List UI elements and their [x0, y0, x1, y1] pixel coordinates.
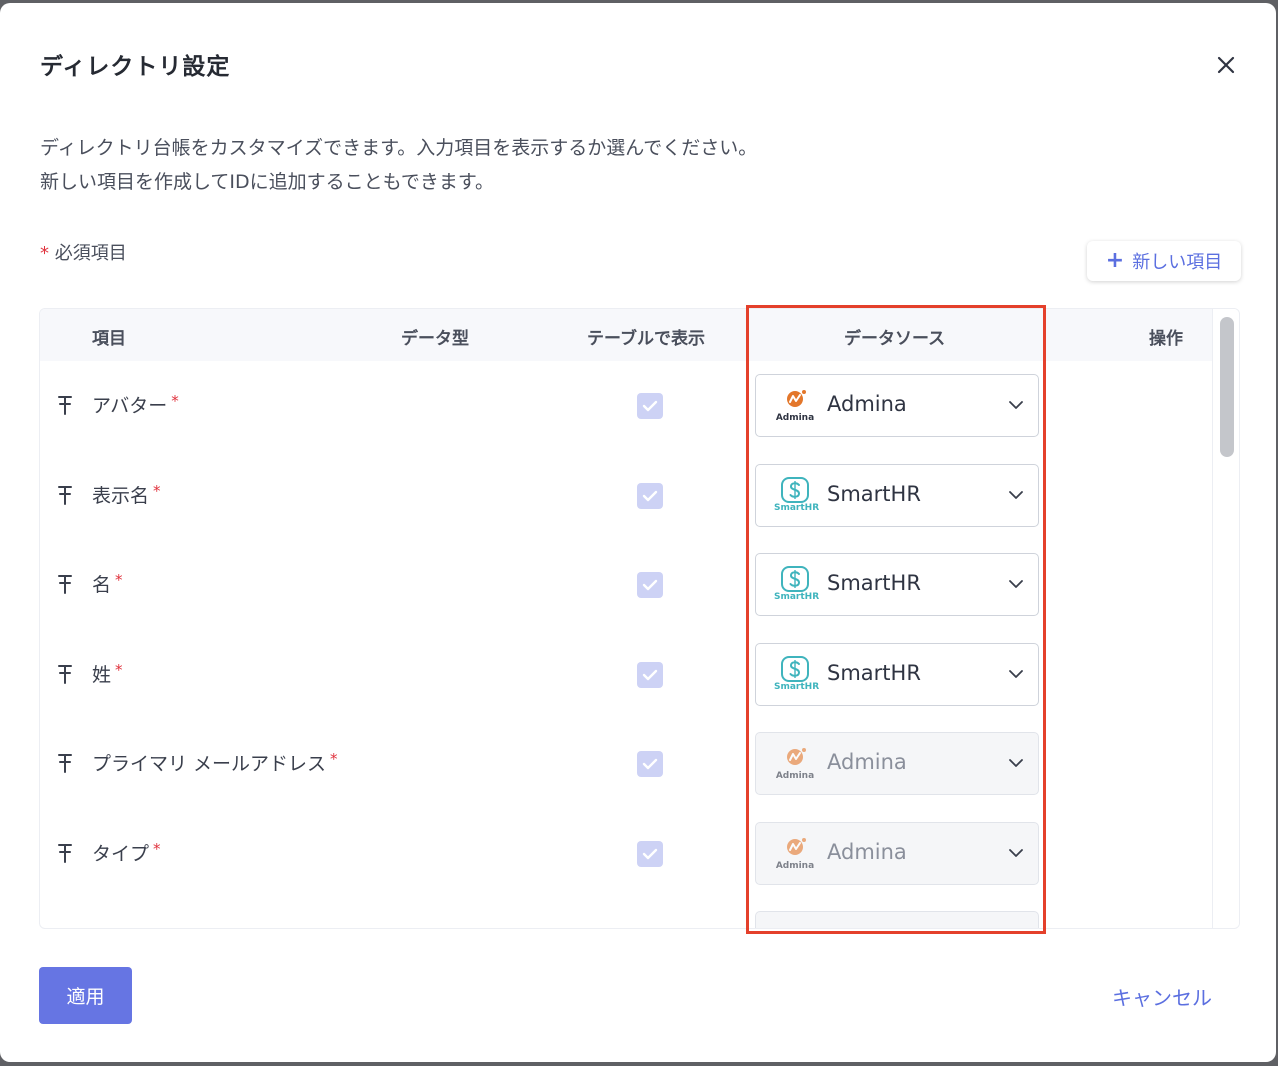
required-star: * — [171, 392, 179, 410]
pin-icon[interactable] — [56, 394, 74, 416]
field-label: 姓 * — [92, 660, 123, 687]
field-name: 姓 — [92, 663, 112, 686]
header-data-type: データ型 — [401, 329, 469, 349]
admina-logo-icon: Admina — [774, 745, 816, 783]
data-source-select[interactable]: SmartHR SmartHR — [755, 463, 1039, 527]
data-source-select[interactable]: Admina Admina — [755, 822, 1039, 885]
show-in-table-checkbox[interactable] — [637, 841, 663, 867]
show-in-table-checkbox[interactable] — [637, 661, 663, 688]
check-icon — [642, 579, 658, 591]
close-button[interactable] — [1212, 51, 1240, 79]
table-row: アバター * Admina Admina — [40, 361, 1212, 451]
close-icon — [1217, 56, 1235, 74]
logo-text: SmartHR — [774, 502, 820, 513]
table-row: プライマリ メールアドレス * Admina Admina — [40, 719, 1212, 809]
field-name: プライマリ メールアドレス — [92, 753, 327, 776]
admina-logo-icon: Admina — [774, 387, 816, 425]
plus-icon: + — [1105, 248, 1125, 273]
required-star: * — [115, 660, 123, 679]
data-source-select[interactable] — [755, 911, 1039, 928]
table-row: タイプ * Admina Admina — [40, 809, 1212, 899]
check-icon — [642, 669, 658, 680]
show-in-table-checkbox[interactable] — [637, 482, 663, 509]
smarthr-logo-icon: SmartHR — [774, 655, 820, 694]
chevron-down-icon — [1009, 849, 1023, 857]
data-source-select[interactable]: SmartHR SmartHR — [755, 642, 1039, 706]
chevron-down-icon — [1009, 669, 1023, 678]
header-item: 項目 — [92, 329, 126, 349]
pin-icon[interactable] — [56, 752, 74, 774]
field-label: プライマリ メールアドレス * — [92, 749, 338, 776]
data-source-value: Admina — [827, 750, 907, 775]
logo-text: SmartHR — [774, 592, 820, 603]
smarthr-logo-icon: SmartHR — [774, 476, 820, 515]
table-header: 項目 データ型 テーブルで表示 データソース 操作 — [40, 309, 1212, 361]
show-in-table-checkbox[interactable] — [637, 751, 663, 778]
new-item-label: 新しい項目 — [1132, 252, 1223, 273]
description-line: ディレクトリ台帳をカスタマイズできます。入力項目を表示するか選んでください。 — [40, 137, 758, 159]
data-source-select[interactable]: Admina Admina — [755, 732, 1039, 796]
chevron-down-icon — [1009, 759, 1023, 768]
field-name: タイプ — [92, 843, 150, 865]
check-icon — [642, 400, 658, 412]
data-source-value: Admina — [827, 840, 907, 864]
table-row: 姓 * SmartHR SmartHR — [40, 630, 1212, 720]
check-icon — [642, 848, 658, 860]
check-icon — [642, 759, 658, 770]
check-icon — [642, 490, 658, 501]
logo-text: Admina — [775, 771, 815, 782]
field-label: 表示名 * — [92, 481, 161, 508]
field-name: アバター — [92, 395, 168, 417]
cancel-button[interactable]: キャンセル — [1112, 982, 1212, 1011]
data-source-value: SmartHR — [827, 660, 921, 685]
required-star: * — [153, 840, 161, 858]
logo-text: SmartHR — [774, 681, 820, 692]
field-label: 名 * — [92, 570, 123, 597]
data-source-value: Admina — [827, 392, 907, 416]
pin-icon[interactable] — [56, 663, 74, 685]
header-data-source: データソース — [844, 329, 946, 349]
chevron-down-icon — [1009, 580, 1023, 589]
smarthr-logo-icon: SmartHR — [774, 566, 820, 604]
field-label: アバター * — [92, 391, 179, 418]
required-star: * — [330, 750, 338, 769]
table-row: 表示名 * SmartHR SmartHR — [40, 451, 1212, 541]
apply-button[interactable]: 適用 — [39, 967, 132, 1024]
new-item-button[interactable]: + 新しい項目 — [1087, 241, 1241, 281]
chevron-down-icon — [1009, 401, 1023, 409]
required-note-label: 必須項目 — [54, 243, 127, 264]
data-source-value: SmartHR — [827, 481, 921, 506]
admina-logo-icon: Admina — [774, 835, 816, 873]
required-star: * — [40, 243, 49, 264]
header-actions: 操作 — [1149, 329, 1183, 349]
scrollbar-thumb[interactable] — [1220, 317, 1234, 457]
logo-text: Admina — [775, 413, 815, 423]
scrollbar[interactable] — [1212, 309, 1239, 928]
data-source-value: SmartHR — [827, 571, 921, 596]
pin-icon[interactable] — [56, 573, 74, 595]
field-name: 表示名 — [92, 484, 150, 507]
field-name: 名 — [92, 574, 112, 597]
pin-icon[interactable] — [56, 842, 74, 864]
show-in-table-checkbox[interactable] — [637, 572, 663, 599]
field-label: タイプ * — [92, 839, 161, 866]
data-source-select[interactable]: SmartHR SmartHR — [755, 553, 1039, 617]
show-in-table-checkbox[interactable] — [637, 393, 663, 419]
dialog-description: ディレクトリ台帳をカスタマイズできます。入力項目を表示するか選んでください。 新… — [40, 131, 757, 199]
required-star: * — [153, 481, 161, 500]
logo-text: Admina — [775, 861, 815, 871]
pin-icon[interactable] — [56, 484, 74, 506]
table-row: 名 * SmartHR SmartHR — [40, 540, 1212, 630]
description-line: 新しい項目を作成してIDに追加することもできます。 — [40, 171, 495, 193]
data-source-select[interactable]: Admina Admina — [755, 374, 1039, 437]
required-note: * 必須項目 — [40, 239, 127, 265]
fields-table: 項目 データ型 テーブルで表示 データソース 操作 アバター * Admina A… — [39, 308, 1240, 929]
chevron-down-icon — [1009, 490, 1023, 499]
header-show-in-table: テーブルで表示 — [587, 329, 705, 349]
required-star: * — [115, 571, 123, 590]
dialog-title: ディレクトリ設定 — [40, 54, 231, 80]
